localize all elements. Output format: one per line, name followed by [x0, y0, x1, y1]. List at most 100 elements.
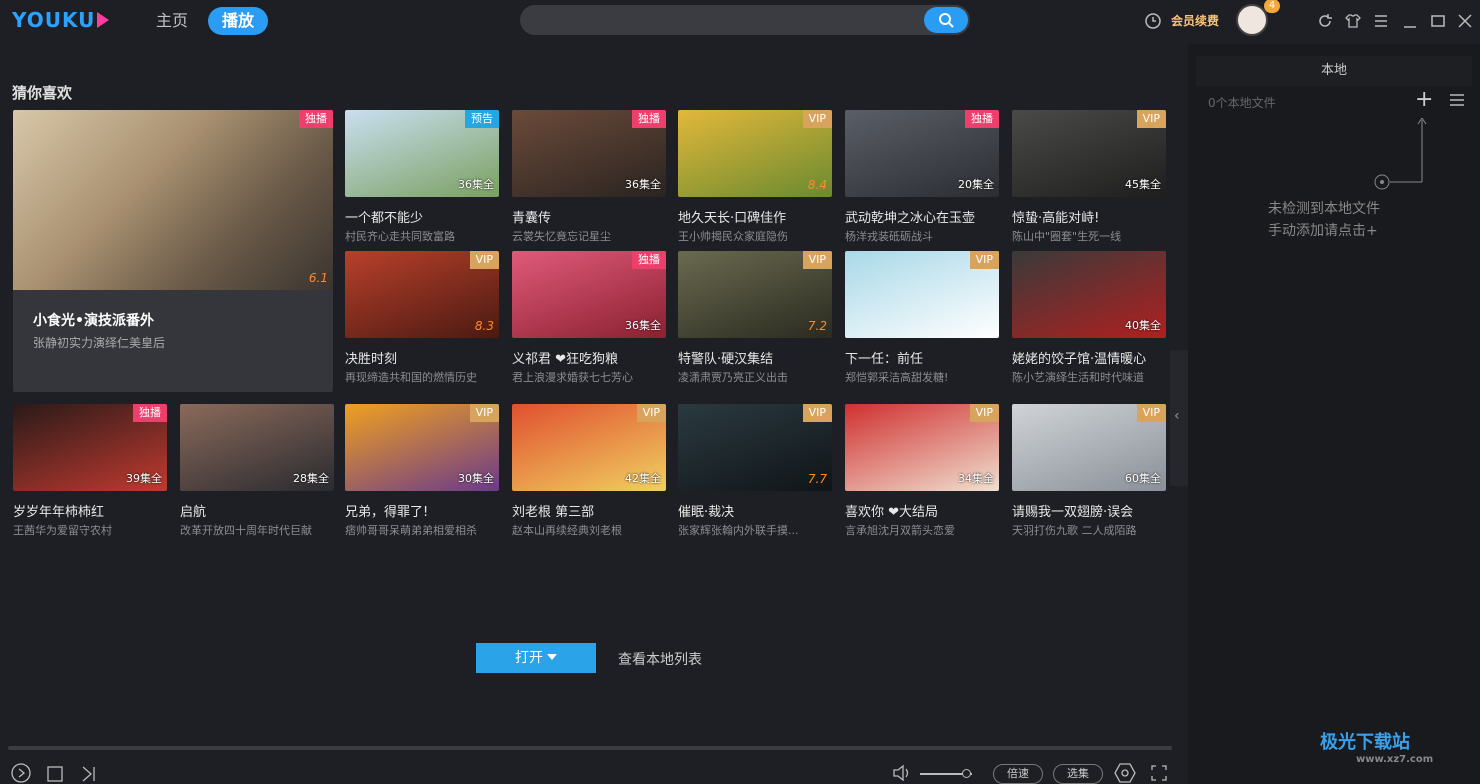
- badge-exclusive: 独播: [299, 110, 333, 128]
- video-card[interactable]: VIP 8.4 地久天长·口碑佳作 王小帅揭民众家庭隐伤: [678, 110, 832, 244]
- video-title[interactable]: 决胜时刻: [345, 348, 499, 367]
- episode-count: 34集全: [958, 472, 994, 485]
- video-title[interactable]: 岁岁年年柿柿红: [13, 501, 167, 520]
- feature-title[interactable]: 小食光•演技派番外: [33, 310, 154, 330]
- video-thumbnail[interactable]: VIP 7.7: [678, 404, 832, 491]
- youku-logo[interactable]: YOUKU: [12, 8, 110, 32]
- avatar[interactable]: [1236, 4, 1268, 36]
- video-card[interactable]: VIP 7.2 特警队·硬汉集结凌潇肃贾乃亮正义出击: [678, 251, 832, 385]
- video-title[interactable]: 姥姥的饺子馆·温情暖心: [1012, 348, 1166, 367]
- feature-card[interactable]: 独播 6.1 小食光•演技派番外 张静初实力演绎仁美皇后: [13, 110, 333, 392]
- video-thumbnail[interactable]: VIP 34集全: [845, 404, 999, 491]
- video-card[interactable]: 独播 20集全 武动乾坤之冰心在玉壶 杨洋戎装砥砺战斗: [845, 110, 999, 244]
- video-card[interactable]: 独播 36集全 义祁君 ❤狂吃狗粮 君上浪漫求婚获七七芳心: [512, 251, 666, 385]
- stop-icon[interactable]: [46, 765, 64, 783]
- progress-bar[interactable]: [8, 746, 1172, 750]
- video-thumbnail[interactable]: VIP 8.4: [678, 110, 832, 197]
- video-card[interactable]: VIP 42集全刘老根 第三部赵本山再续经典刘老根: [512, 404, 666, 538]
- video-title[interactable]: 惊蛰·高能对峙!: [1012, 207, 1166, 226]
- speed-button[interactable]: 倍速: [993, 764, 1043, 784]
- video-thumbnail[interactable]: 28集全: [180, 404, 334, 491]
- video-card[interactable]: VIP 30集全 兄弟，得罪了! 痞帅哥哥呆萌弟弟相爱相杀: [345, 404, 499, 538]
- video-card[interactable]: 40集全 姥姥的饺子馆·温情暖心 陈小艺演绎生活和时代味道: [1012, 251, 1166, 385]
- video-title[interactable]: 下一任：前任: [845, 348, 999, 367]
- video-thumbnail[interactable]: VIP 45集全: [1012, 110, 1166, 197]
- video-title[interactable]: 催眠·裁决: [678, 501, 832, 520]
- video-thumbnail[interactable]: 独播 39集全: [13, 404, 167, 491]
- video-badge: 独播: [632, 251, 666, 269]
- tab-play[interactable]: 播放: [208, 7, 269, 35]
- skin-icon[interactable]: [1344, 12, 1362, 30]
- video-title[interactable]: 义祁君 ❤狂吃狗粮: [512, 348, 666, 367]
- refresh-icon[interactable]: [1316, 12, 1334, 30]
- video-card[interactable]: VIP 8.3 决胜时刻 再现缔造共和国的燃情历史: [345, 251, 499, 385]
- episodes-button[interactable]: 选集: [1053, 764, 1103, 784]
- video-thumbnail[interactable]: 预告 36集全: [345, 110, 499, 197]
- empty-hint-line1: 未检测到本地文件: [1268, 201, 1380, 217]
- video-title[interactable]: 一个都不能少: [345, 207, 499, 226]
- tab-local[interactable]: 本地: [1196, 56, 1472, 86]
- open-button[interactable]: 打开: [476, 643, 596, 673]
- video-title[interactable]: 刘老根 第三部: [512, 501, 666, 520]
- episode-count: 42集全: [625, 472, 661, 485]
- panel-collapse-handle[interactable]: ‹: [1170, 350, 1188, 486]
- video-card[interactable]: VIP 7.7 催眠·裁决 张家辉张翰内外联手摸...: [678, 404, 832, 538]
- episode-count: 20集全: [958, 178, 994, 191]
- video-thumbnail[interactable]: VIP 60集全: [1012, 404, 1166, 491]
- episode-count: 60集全: [1125, 472, 1161, 485]
- search-icon: [939, 13, 954, 28]
- search-bar[interactable]: [520, 5, 970, 35]
- volume-icon[interactable]: [892, 764, 914, 782]
- rating: 8.3: [474, 319, 494, 333]
- video-thumbnail[interactable]: 独播 36集全: [512, 110, 666, 197]
- video-card[interactable]: 独播 36集全 青囊传 云裳失忆竟忘记星尘: [512, 110, 666, 244]
- fullscreen-icon[interactable]: [1150, 764, 1168, 782]
- video-thumbnail[interactable]: 40集全: [1012, 251, 1166, 338]
- video-thumbnail[interactable]: 独播 20集全: [845, 110, 999, 197]
- search-button[interactable]: [924, 7, 968, 33]
- video-title[interactable]: 特警队·硬汉集结: [678, 348, 832, 367]
- video-title[interactable]: 请赐我一双翅膀·误会: [1012, 501, 1166, 520]
- video-badge: VIP: [469, 404, 499, 422]
- video-title[interactable]: 地久天长·口碑佳作: [678, 207, 832, 226]
- watermark-sub: www.xz7.com: [1356, 754, 1434, 765]
- video-subtitle: 改革开放四十周年时代巨献: [180, 524, 312, 537]
- next-icon[interactable]: [80, 765, 98, 783]
- video-title[interactable]: 青囊传: [512, 207, 666, 226]
- video-card[interactable]: 预告 36集全 一个都不能少 村民齐心走共同致富路: [345, 110, 499, 244]
- list-menu-icon[interactable]: [1450, 94, 1464, 106]
- minimize-icon[interactable]: [1401, 12, 1419, 30]
- maximize-icon[interactable]: [1429, 12, 1447, 30]
- video-badge: VIP: [469, 251, 499, 269]
- vip-renew-link[interactable]: 会员续费: [1171, 12, 1219, 29]
- video-title[interactable]: 兄弟，得罪了!: [345, 501, 499, 520]
- video-thumbnail[interactable]: VIP: [845, 251, 999, 338]
- video-title[interactable]: 武动乾坤之冰心在玉壶: [845, 207, 999, 226]
- video-card[interactable]: VIP 下一任：前任 郑恺郭采洁高甜发糖!: [845, 251, 999, 385]
- video-card[interactable]: 28集全启航改革开放四十周年时代巨献: [180, 404, 334, 538]
- video-subtitle: 赵本山再续经典刘老根: [512, 524, 622, 537]
- add-file-icon[interactable]: +: [1415, 89, 1433, 111]
- close-icon[interactable]: [1456, 12, 1474, 30]
- tab-home[interactable]: 主页: [142, 7, 202, 35]
- video-card[interactable]: VIP 45集全 惊蛰·高能对峙! 陈山中"圈套"生死一线: [1012, 110, 1166, 244]
- video-card[interactable]: 独播 39集全 岁岁年年柿柿红 王茜华为爱留守农村: [13, 404, 167, 538]
- video-thumbnail[interactable]: VIP 8.3: [345, 251, 499, 338]
- play-icon[interactable]: [10, 762, 32, 784]
- video-title[interactable]: 喜欢你 ❤大结局: [845, 501, 999, 520]
- video-thumbnail[interactable]: VIP 7.2: [678, 251, 832, 338]
- feature-thumbnail[interactable]: 独播 6.1: [13, 110, 333, 290]
- video-title[interactable]: 启航: [180, 501, 334, 520]
- video-thumbnail[interactable]: VIP 30集全: [345, 404, 499, 491]
- history-icon[interactable]: [1144, 12, 1162, 30]
- view-local-list-link[interactable]: 查看本地列表: [618, 649, 702, 669]
- video-card[interactable]: VIP 34集全 喜欢你 ❤大结局 言承旭沈月双箭头恋爱: [845, 404, 999, 538]
- empty-hint-line2: 手动添加请点击+: [1268, 223, 1378, 239]
- menu-icon[interactable]: [1372, 12, 1390, 30]
- video-subtitle: 凌潇肃贾乃亮正义出击: [678, 371, 788, 384]
- video-thumbnail[interactable]: VIP 42集全: [512, 404, 666, 491]
- video-thumbnail[interactable]: 独播 36集全: [512, 251, 666, 338]
- settings-icon[interactable]: [1114, 763, 1136, 783]
- volume-knob[interactable]: [962, 769, 971, 778]
- video-card[interactable]: VIP 60集全 请赐我一双翅膀·误会 天羽打伤九歌 二人成陌路: [1012, 404, 1166, 538]
